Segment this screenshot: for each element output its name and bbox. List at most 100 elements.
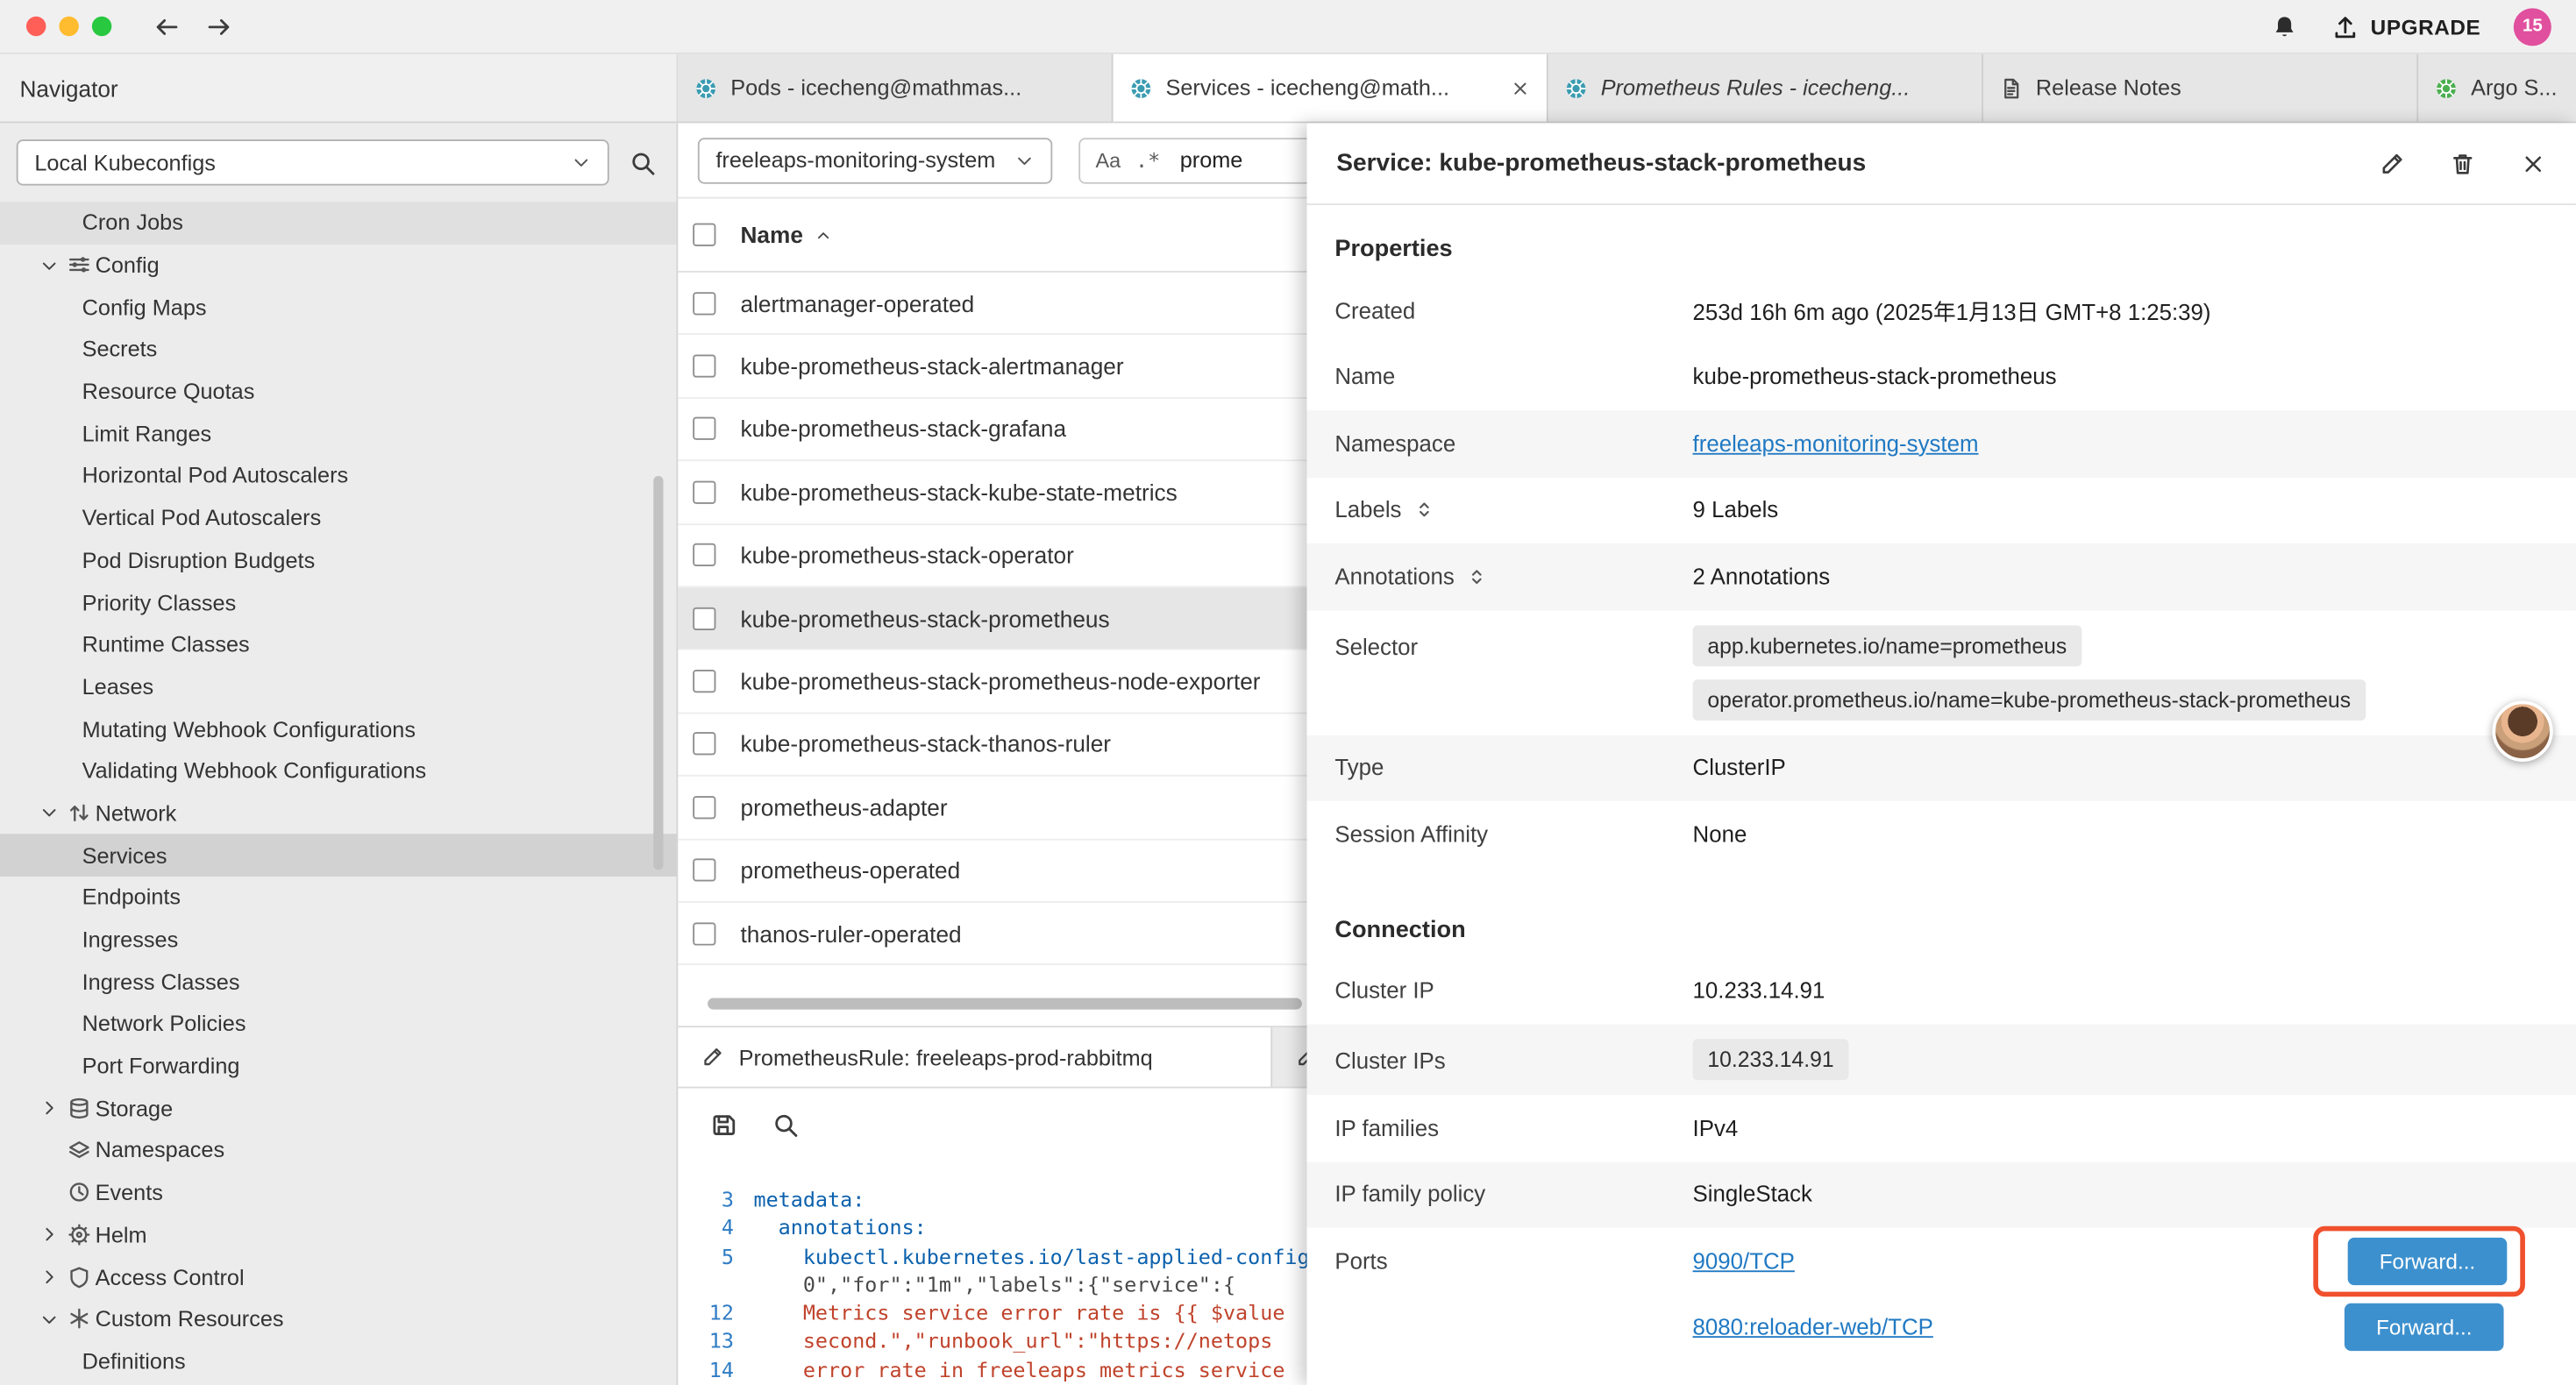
asterisk-icon: [62, 1307, 95, 1331]
navigator-sidebar: Local Kubeconfigs Cron Jobs Config Config …: [0, 123, 678, 1385]
updown-icon[interactable]: [1413, 500, 1434, 521]
sidebar-item-access-control[interactable]: Access Control: [0, 1256, 676, 1298]
sidebar-item-port-forwarding[interactable]: Port Forwarding: [0, 1045, 676, 1087]
table-horizontal-scrollbar[interactable]: [708, 998, 1302, 1009]
sidebar-item-leases[interactable]: Leases: [0, 665, 676, 707]
tab-argo-s[interactable]: Argo S...: [2418, 54, 2576, 122]
delete-service-icon[interactable]: [2450, 150, 2476, 176]
row-checkbox[interactable]: [693, 670, 715, 692]
row-checkbox[interactable]: [693, 733, 715, 756]
row-checkbox[interactable]: [693, 355, 715, 378]
editor-search-icon[interactable]: [772, 1112, 800, 1140]
namespace-link[interactable]: freeleaps-monitoring-system: [1693, 431, 1979, 456]
sidebar-item-vertical-pod-autoscalers[interactable]: Vertical Pod Autoscalers: [0, 497, 676, 539]
close-icon[interactable]: [1511, 78, 1530, 97]
chevron-down-icon[interactable]: [36, 255, 62, 274]
tab-prometheus-rules-icecheng[interactable]: Prometheus Rules - icecheng...: [1548, 54, 1983, 122]
name-column-header[interactable]: Name: [740, 222, 802, 248]
forward-button[interactable]: Forward...: [2345, 1303, 2504, 1350]
sidebar-item-label: Leases: [82, 674, 154, 699]
namespace-filter[interactable]: freeleaps-monitoring-system: [698, 137, 1053, 182]
sidebar-search-icon[interactable]: [629, 148, 657, 176]
sidebar-item-ingresses[interactable]: Ingresses: [0, 919, 676, 961]
sidebar-item-services[interactable]: Services: [0, 835, 676, 877]
row-checkbox[interactable]: [693, 922, 715, 945]
row-checkbox[interactable]: [693, 292, 715, 315]
edit-service-icon[interactable]: [2379, 150, 2405, 176]
detail-label: Cluster IPs: [1334, 1024, 1692, 1073]
sidebar-item-label: Horizontal Pod Autoscalers: [82, 464, 349, 488]
sidebar-item-mutating-webhook-configurations[interactable]: Mutating Webhook Configurations: [0, 708, 676, 750]
chevron-right-icon[interactable]: [36, 1268, 62, 1287]
sidebar-item-horizontal-pod-autoscalers[interactable]: Horizontal Pod Autoscalers: [0, 455, 676, 497]
sidebar-item-label: Network Policies: [82, 1012, 246, 1036]
notification-count-badge[interactable]: 15: [2514, 7, 2551, 45]
service-name: kube-prometheus-stack-prometheus-node-ex…: [740, 668, 1260, 694]
row-checkbox[interactable]: [693, 417, 715, 440]
sidebar-item-validating-webhook-configurations[interactable]: Validating Webhook Configurations: [0, 750, 676, 792]
tab-pods-icecheng-mathmas[interactable]: Pods - icecheng@mathmas...: [678, 54, 1113, 122]
sidebar-item-storage[interactable]: Storage: [0, 1087, 676, 1129]
kubeconfig-selector[interactable]: Local Kubeconfigs: [17, 139, 609, 185]
row-checkbox[interactable]: [693, 796, 715, 819]
sidebar-item-priority-classes[interactable]: Priority Classes: [0, 581, 676, 623]
drawer-body: PropertiesCreated253d 16h 6m ago (2025年1…: [1307, 205, 2576, 1385]
sidebar-item-cron-jobs[interactable]: Cron Jobs: [0, 202, 676, 244]
sidebar-item-limit-ranges[interactable]: Limit Ranges: [0, 413, 676, 455]
sidebar-item-namespaces[interactable]: Namespaces: [0, 1130, 676, 1172]
row-checkbox[interactable]: [693, 607, 715, 629]
select-all-checkbox[interactable]: [693, 224, 715, 246]
sidebar-scrollbar[interactable]: [653, 476, 663, 870]
save-icon[interactable]: [709, 1112, 737, 1140]
user-avatar[interactable]: [2492, 701, 2552, 762]
sidebar-item-config[interactable]: Config: [0, 244, 676, 286]
chevron-down-icon[interactable]: [36, 1310, 62, 1329]
sidebar-item-runtime-classes[interactable]: Runtime Classes: [0, 623, 676, 665]
sidebar-item-pod-disruption-budgets[interactable]: Pod Disruption Budgets: [0, 539, 676, 581]
detail-row-ip-families: IP familiesIPv4: [1307, 1095, 2576, 1161]
sidebar-item-label: Cron Jobs: [82, 210, 183, 235]
window-zoom-button[interactable]: [92, 17, 111, 36]
sidebar-item-events[interactable]: Events: [0, 1172, 676, 1214]
chevron-right-icon[interactable]: [36, 1098, 62, 1118]
sidebar-item-helm[interactable]: Helm: [0, 1214, 676, 1256]
sidebar-item-network[interactable]: Network: [0, 792, 676, 835]
chevron-right-icon[interactable]: [36, 1225, 62, 1245]
sidebar-item-label: Config Maps: [82, 295, 207, 320]
forward-button[interactable]: Forward...: [2348, 1237, 2508, 1284]
forward-icon[interactable]: [205, 12, 233, 40]
row-checkbox[interactable]: [693, 543, 715, 566]
window-minimize-button[interactable]: [59, 17, 78, 36]
value-badge: operator.prometheus.io/name=kube-prometh…: [1693, 678, 2366, 720]
search-input[interactable]: prome: [1180, 148, 1243, 173]
port-link[interactable]: 9090/TCP: [1693, 1248, 1795, 1273]
sidebar-item-custom-resources[interactable]: Custom Resources: [0, 1298, 676, 1340]
sidebar-item-endpoints[interactable]: Endpoints: [0, 877, 676, 919]
window-close-button[interactable]: [26, 17, 46, 36]
sidebar-item-resource-quotas[interactable]: Resource Quotas: [0, 371, 676, 413]
sidebar-item-network-policies[interactable]: Network Policies: [0, 1003, 676, 1045]
line-number: 5: [678, 1242, 753, 1270]
sidebar-item-ingress-classes[interactable]: Ingress Classes: [0, 961, 676, 1003]
notifications-bell-icon[interactable]: [2270, 12, 2298, 40]
sidebar-item-secrets[interactable]: Secrets: [0, 329, 676, 371]
dock-tab-prometheusrule[interactable]: PrometheusRule: freeleaps-prod-rabbitmq: [678, 1027, 1272, 1086]
row-checkbox[interactable]: [693, 480, 715, 503]
regex-toggle[interactable]: .*: [1135, 148, 1160, 173]
updown-icon[interactable]: [1466, 566, 1487, 587]
row-checkbox[interactable]: [693, 859, 715, 882]
sidebar-item-label: Events: [96, 1181, 163, 1205]
tab-release-notes[interactable]: Release Notes: [1983, 54, 2418, 122]
sort-asc-icon[interactable]: [815, 225, 833, 244]
chevron-down-icon[interactable]: [36, 804, 62, 823]
sidebar-item-config-maps[interactable]: Config Maps: [0, 287, 676, 329]
detail-row-session-affinity: Session AffinityNone: [1307, 801, 2576, 868]
port-link[interactable]: 8080:reloader-web/TCP: [1693, 1314, 1933, 1339]
upgrade-button[interactable]: UPGRADE: [2331, 12, 2481, 40]
sidebar-item-definitions[interactable]: Definitions: [0, 1340, 676, 1382]
detail-row-type: TypeClusterIP: [1307, 735, 2576, 801]
back-icon[interactable]: [153, 12, 181, 40]
close-drawer-icon[interactable]: [2520, 150, 2546, 176]
tab-services-icecheng-math[interactable]: Services - icecheng@math...: [1114, 54, 1548, 122]
match-case-toggle[interactable]: Aa: [1096, 148, 1121, 171]
